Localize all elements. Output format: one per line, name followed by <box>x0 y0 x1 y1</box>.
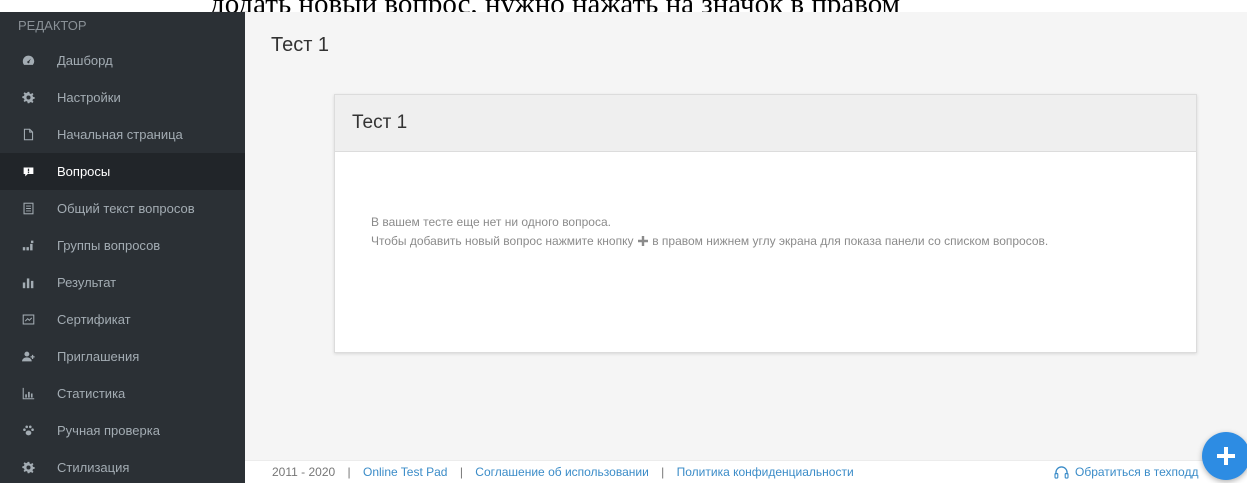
sidebar-item-label: Результат <box>57 275 117 290</box>
file-icon <box>22 128 35 141</box>
sidebar-item-dashboard[interactable]: Дашборд <box>0 42 245 79</box>
sidebar-header: РЕДАКТОР <box>18 18 87 33</box>
add-question-button[interactable] <box>1202 432 1247 480</box>
sidebar-item-label: Начальная страница <box>57 127 183 142</box>
empty-state-text-after: в правом нижнем углу экрана для показа п… <box>652 234 1049 248</box>
text-document-icon <box>22 202 35 215</box>
gear-icon <box>22 461 35 474</box>
footer-years: 2011 - 2020 <box>272 465 336 479</box>
sidebar-item-settings[interactable]: Настройки <box>0 79 245 116</box>
bar-chart-icon <box>22 276 35 289</box>
certificate-icon <box>22 313 35 326</box>
page-title: Тест 1 <box>271 34 330 56</box>
support-link-label: Обратиться в техподд <box>1075 465 1199 479</box>
plus-icon <box>637 236 648 246</box>
question-bubble-icon <box>22 165 35 178</box>
footer-terms-link[interactable]: Соглашение об использовании <box>475 465 649 479</box>
sidebar-item-manual-check[interactable]: Ручная проверка <box>0 412 245 449</box>
sidebar-item-invitations[interactable]: Приглашения <box>0 338 245 375</box>
plus-icon <box>1217 447 1235 465</box>
test-panel: Тест 1 В вашем тесте еще нет ни одного в… <box>334 94 1197 353</box>
empty-state: В вашем тесте еще нет ни одного вопроса.… <box>335 152 1196 251</box>
main-content: Тест 1 Тест 1 В вашем тесте еще нет ни о… <box>245 12 1247 483</box>
sidebar-item-common-text[interactable]: Общий текст вопросов <box>0 190 245 227</box>
sidebar-item-label: Стилизация <box>57 460 130 475</box>
sidebar-item-label: Вопросы <box>57 164 111 179</box>
sidebar-item-label: Дашборд <box>57 53 113 68</box>
sidebar-item-label: Ручная проверка <box>57 423 160 438</box>
paw-icon <box>22 424 35 437</box>
empty-state-line-1: В вашем тесте еще нет ни одного вопроса. <box>371 215 611 229</box>
dashboard-icon <box>22 54 35 67</box>
support-link[interactable]: Обратиться в техподд <box>1054 461 1198 483</box>
footer-separator: | <box>459 465 463 479</box>
sidebar-item-question-groups[interactable]: Группы вопросов <box>0 227 245 264</box>
sidebar-item-label: Настройки <box>57 90 121 105</box>
sidebar-item-label: Сертификат <box>57 312 131 327</box>
sidebar-item-start-page[interactable]: Начальная страница <box>0 116 245 153</box>
footer-privacy-link[interactable]: Политика конфиденциальности <box>677 465 854 479</box>
panel-title: Тест 1 <box>335 95 1196 152</box>
sidebar-item-certificate[interactable]: Сертификат <box>0 301 245 338</box>
groups-icon <box>22 239 35 252</box>
sidebar-item-label: Приглашения <box>57 349 140 364</box>
sidebar-item-styling[interactable]: Стилизация <box>0 449 245 483</box>
sidebar-item-result[interactable]: Результат <box>0 264 245 301</box>
sidebar-item-statistics[interactable]: Статистика <box>0 375 245 412</box>
sidebar-item-label: Группы вопросов <box>57 238 161 253</box>
empty-state-line-2: Чтобы добавить новый вопрос нажмите кноп… <box>371 232 1196 251</box>
footer: 2011 - 2020 | Online Test Pad | Соглашен… <box>245 460 1247 483</box>
statistics-icon <box>22 387 35 400</box>
footer-separator: | <box>347 465 351 479</box>
sidebar: РЕДАКТОР Дашборд Настройки Начальная стр… <box>0 12 245 483</box>
sidebar-item-questions[interactable]: Вопросы <box>0 153 245 190</box>
empty-state-text-before: Чтобы добавить новый вопрос нажмите кноп… <box>371 234 634 248</box>
footer-brand-link[interactable]: Online Test Pad <box>363 465 448 479</box>
sidebar-item-label: Общий текст вопросов <box>57 201 195 216</box>
gear-icon <box>22 91 35 104</box>
add-user-icon <box>22 350 35 363</box>
footer-separator: | <box>661 465 665 479</box>
support-icon <box>1054 465 1069 479</box>
sidebar-item-label: Статистика <box>57 386 126 401</box>
